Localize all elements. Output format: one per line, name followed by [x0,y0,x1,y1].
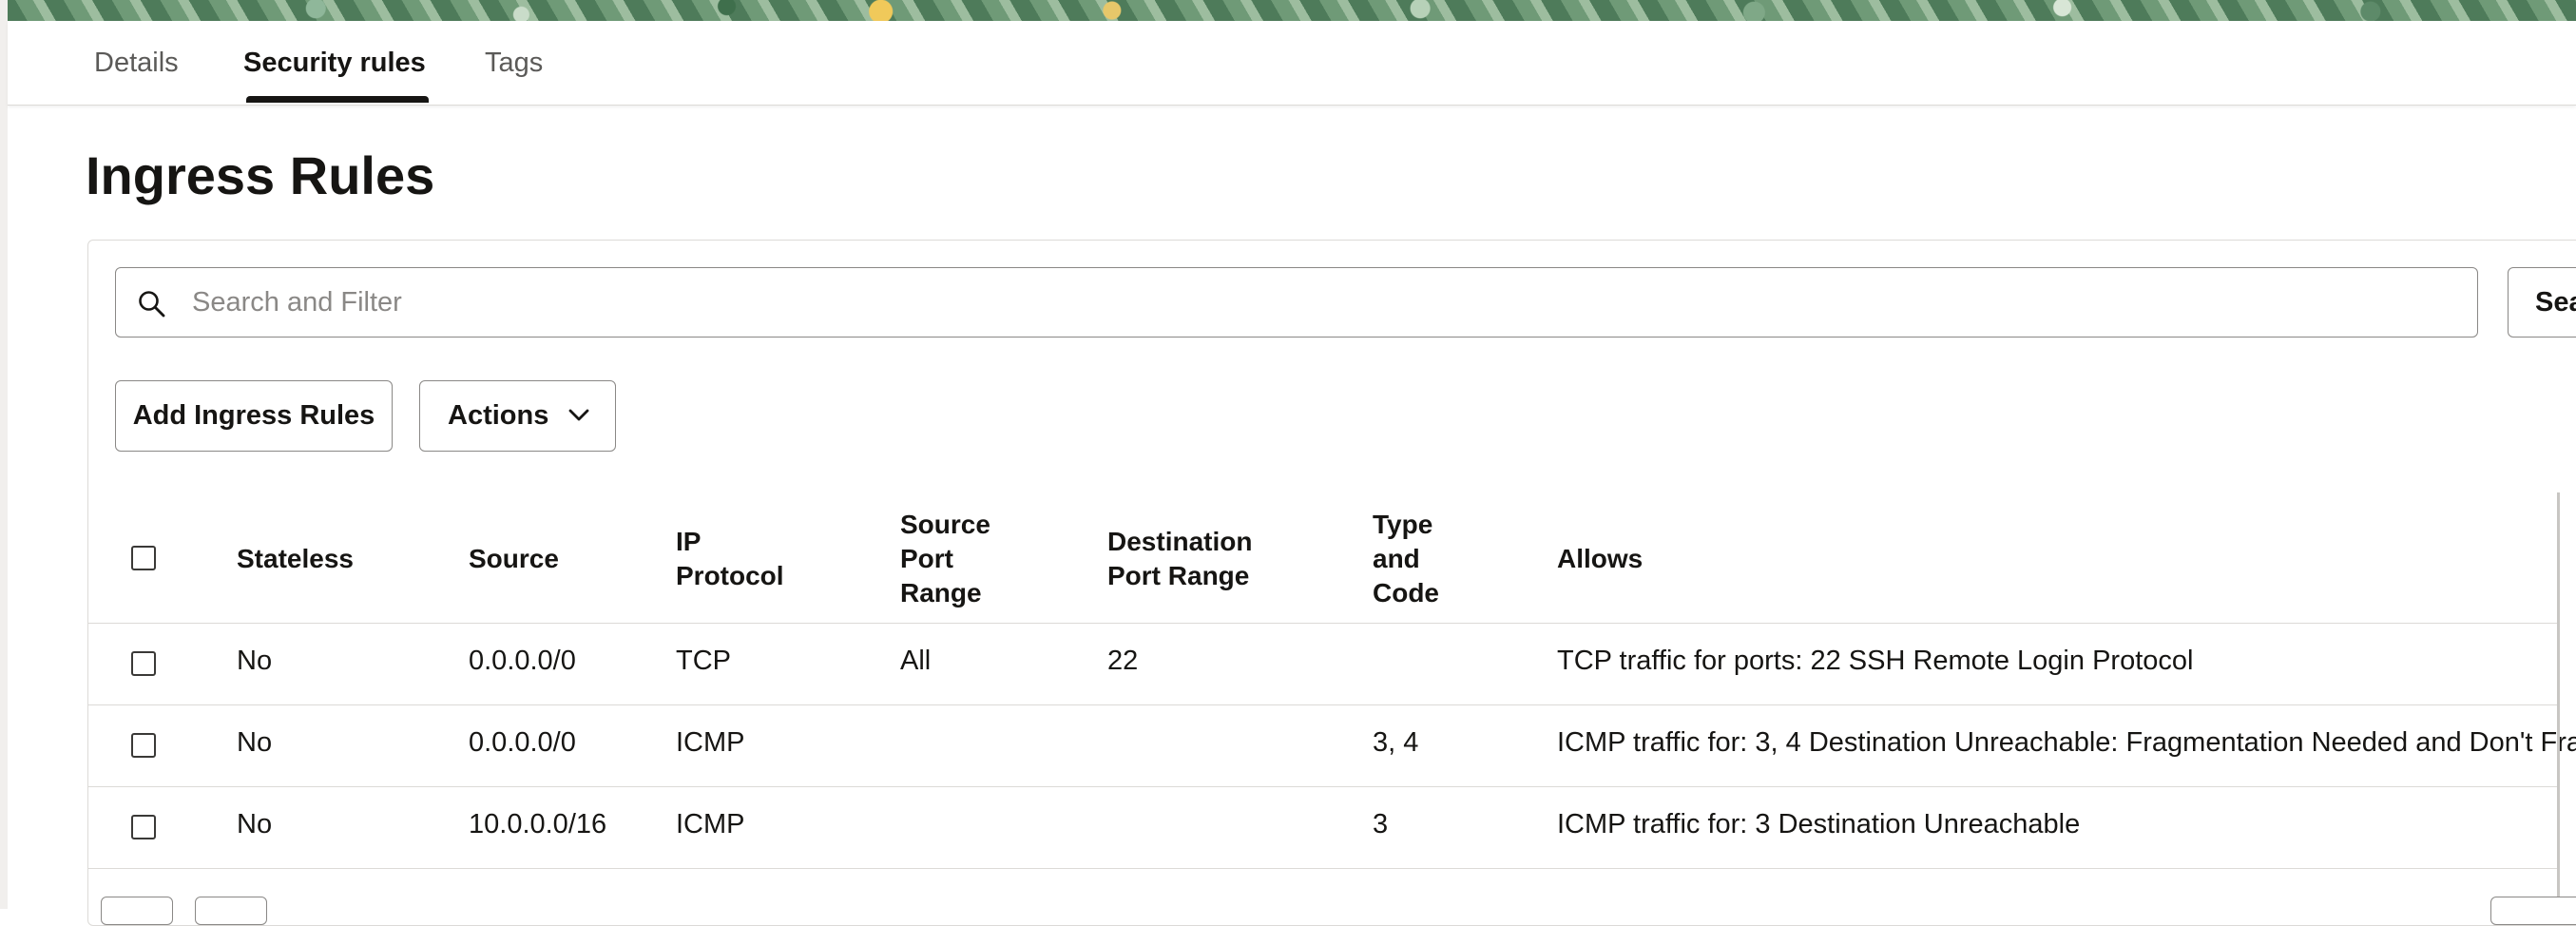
column-header-source-port-range[interactable]: Source Port Range [900,508,990,610]
select-all-checkbox[interactable] [131,546,156,570]
cell-destination-port-range: 22 [1107,646,1139,676]
search-button[interactable]: Sea [2508,267,2576,338]
table-scrollbar[interactable] [2557,492,2560,909]
search-input[interactable] [190,274,2456,331]
column-header-destination-port-range-line-2: Port Range [1107,561,1250,590]
row-checkbox[interactable] [131,815,156,839]
cell-type-and-code: 3 [1373,809,1389,839]
cell-stateless: No [237,809,273,839]
cell-source: 10.0.0.0/16 [469,809,607,839]
cell-ip-protocol: ICMP [676,727,745,758]
column-header-source[interactable]: Source [469,542,559,576]
cell-allows: ICMP traffic for: 3, 4 Destination Unrea… [1557,727,2576,758]
pagination-previous-button[interactable] [101,897,173,925]
page-title: Ingress Rules [86,145,435,205]
actions-menu-button[interactable]: Actions [419,380,616,452]
add-ingress-rules-button[interactable]: Add Ingress Rules [115,380,393,452]
cell-type-and-code: 3, 4 [1373,727,1419,758]
banner-image [8,0,2576,21]
cell-allows: TCP traffic for ports: 22 SSH Remote Log… [1557,646,2194,676]
active-tab-indicator [246,96,429,103]
column-header-ip-protocol-line-1: IP [676,527,702,556]
chevron-down-icon [568,409,589,421]
column-header-destination-port-range-line-1: Destination [1107,527,1253,556]
cell-source: 0.0.0.0/0 [469,646,576,676]
column-header-allows[interactable]: Allows [1557,542,1643,576]
column-header-type-and-code-line-1: Type [1373,510,1433,539]
cell-source: 0.0.0.0/0 [469,727,576,758]
actions-label: Actions [448,400,549,431]
column-header-type-and-code[interactable]: Type and Code [1373,508,1439,610]
tab-security-rules[interactable]: Security rules [243,48,426,79]
column-header-source-port-range-line-1: Source [900,510,990,539]
table-row: No 0.0.0.0/0 TCP All 22 TCP traffic for … [87,623,2559,705]
row-checkbox[interactable] [131,651,156,676]
search-filter-box[interactable] [115,267,2478,338]
cell-ip-protocol: ICMP [676,809,745,839]
page-size-select[interactable] [2490,897,2576,925]
cell-ip-protocol: TCP [676,646,731,676]
left-edge [0,0,8,909]
table-row: No 10.0.0.0/16 ICMP 3 ICMP traffic for: … [87,786,2559,869]
add-ingress-rules-label: Add Ingress Rules [132,400,375,431]
pagination-next-button[interactable] [195,897,267,925]
column-header-source-port-range-line-3: Range [900,578,982,608]
tab-bar: Details Security rules Tags [8,21,2576,106]
cell-source-port-range: All [900,646,932,676]
column-header-source-port-range-line-2: Port [900,544,953,573]
table-header-row: Stateless Source IP Protocol Source Port… [87,494,2559,624]
cell-stateless: No [237,646,273,676]
column-header-type-and-code-line-3: Code [1373,578,1439,608]
column-header-ip-protocol-line-2: Protocol [676,561,784,590]
table-row: No 0.0.0.0/0 ICMP 3, 4 ICMP traffic for:… [87,704,2576,787]
column-header-stateless[interactable]: Stateless [237,542,354,576]
column-header-type-and-code-line-2: and [1373,544,1420,573]
tab-details[interactable]: Details [94,48,179,79]
row-checkbox[interactable] [131,733,156,758]
cell-allows: ICMP traffic for: 3 Destination Unreacha… [1557,809,2081,839]
tab-tags[interactable]: Tags [485,48,543,79]
cell-stateless: No [237,727,273,758]
column-header-ip-protocol[interactable]: IP Protocol [676,525,784,593]
search-icon [139,291,165,318]
column-header-destination-port-range[interactable]: Destination Port Range [1107,525,1252,593]
